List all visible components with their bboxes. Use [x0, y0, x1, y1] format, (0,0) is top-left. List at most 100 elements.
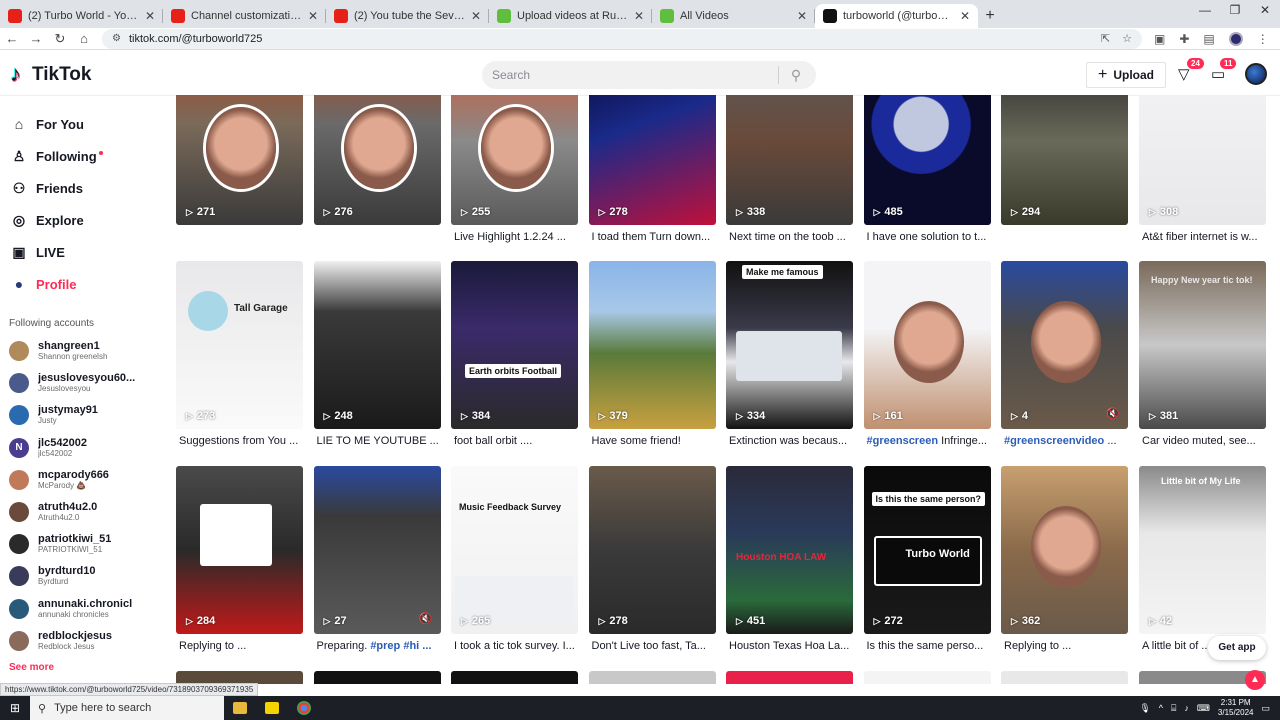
following-account[interactable]: shangreen1 Shannon greenelsh	[9, 340, 159, 362]
video-caption[interactable]: Next time on the toob ...	[726, 230, 853, 244]
clock[interactable]: 2:31 PM 3/15/2024	[1218, 698, 1254, 718]
video-card[interactable]: Happy New year tic tok! ▷ 381 Car video mut…	[1139, 261, 1266, 448]
messages-icon[interactable]: ▭ 11	[1211, 58, 1237, 83]
video-card[interactable]: ▷ 278 I toad them Turn down...	[588, 95, 716, 244]
video-thumbnail[interactable]: Make me famous ▷ 334	[726, 261, 853, 429]
video-caption[interactable]: Don't Live too fast, Ta...	[589, 639, 716, 653]
taskbar-search[interactable]: ⚲ Type here to search	[30, 696, 224, 720]
video-thumbnail[interactable]: Happy New year tic tok! ▷ 381	[1139, 261, 1266, 429]
extension-icon[interactable]: ▣	[1154, 32, 1165, 46]
video-thumbnail[interactable]: ▷ 27 🔇	[313, 466, 441, 634]
restore-icon[interactable]: ❐	[1220, 0, 1250, 24]
following-account[interactable]: annunaki.chronicl annunaki chronicles	[9, 598, 159, 620]
video-caption[interactable]: Houston Texas Hoa La...	[726, 639, 853, 653]
video-caption[interactable]: Replying to ...	[1001, 639, 1128, 653]
video-thumbnail[interactable]: ▷ 161	[863, 261, 991, 429]
network-icon[interactable]: ⌸	[1171, 703, 1176, 714]
following-account[interactable]: justymay91 Justy	[9, 404, 159, 426]
video-thumbnail[interactable]: ▷ 362	[1001, 466, 1128, 634]
video-thumbnail[interactable]: ▷ 248	[313, 261, 441, 429]
upload-button[interactable]: + Upload	[1086, 62, 1166, 88]
extensions-puzzle-icon[interactable]: ✚	[1179, 32, 1189, 46]
nav-explore[interactable]: ◎ Explore	[10, 212, 84, 229]
following-account[interactable]: jesuslovesyou60... Jesuslovesyou	[9, 372, 159, 394]
video-caption[interactable]: Have some friend!	[589, 434, 716, 448]
close-window-icon[interactable]: ✕	[1250, 0, 1280, 24]
video-caption[interactable]: Preparing. #prep #hi ...	[314, 639, 441, 653]
video-thumbnail[interactable]: ▷ 308	[1139, 95, 1266, 225]
video-thumbnail[interactable]: ▷ 379	[588, 261, 716, 429]
following-account[interactable]: mcparody666 McParody 💩	[9, 469, 159, 491]
video-thumbnail[interactable]: ▷ 271	[176, 95, 303, 225]
video-caption[interactable]: #greenscreenvideo ...	[1001, 434, 1128, 448]
scroll-top-icon[interactable]: ▲	[1245, 670, 1265, 690]
hashtag[interactable]: #greenscreen	[867, 435, 939, 447]
sticky-notes-icon[interactable]	[256, 696, 288, 720]
nav-friends[interactable]: ⚇ Friends	[10, 180, 83, 197]
video-caption[interactable]: Extinction was becaus...	[726, 434, 853, 448]
browser-tab-4[interactable]: All Videos ✕	[652, 4, 815, 28]
video-thumbnail[interactable]: ▷ 338	[726, 95, 853, 225]
browser-profile-avatar[interactable]	[1228, 31, 1243, 46]
browser-tab-2[interactable]: (2) You tube the Severe alcohol ✕	[326, 4, 489, 28]
video-thumbnail[interactable]: ▷ 278	[588, 466, 716, 634]
video-card[interactable]: ▷ 362 Replying to ...	[1001, 466, 1128, 653]
tab-close-icon[interactable]: ✕	[634, 9, 644, 23]
video-thumbnail-partial[interactable]	[313, 671, 441, 684]
nav-for-you[interactable]: ⌂ For You	[10, 116, 84, 132]
video-thumbnail[interactable]: ▷ 485	[863, 95, 991, 225]
video-caption[interactable]: #greenscreen Infringe...	[864, 434, 991, 448]
url-field[interactable]: ⚙ tiktok.com/@turboworld725 ⇱ ☆	[102, 28, 1142, 49]
video-card[interactable]: ▷ 27 🔇 Preparing. #prep #hi ...	[313, 466, 441, 653]
video-card[interactable]: Earth orbits Football ▷ 384 foot ball orbit…	[451, 261, 578, 448]
video-thumbnail-partial[interactable]	[1001, 671, 1128, 684]
tab-close-icon[interactable]: ✕	[471, 9, 481, 23]
video-thumbnail[interactable]: Earth orbits Football ▷ 384	[451, 261, 578, 429]
volume-icon[interactable]: ♪	[1184, 703, 1189, 713]
microphone-icon[interactable]: 🎙	[1139, 703, 1150, 714]
video-caption[interactable]: I have one solution to t...	[864, 230, 991, 244]
windows-start-icon[interactable]: ⊞	[0, 701, 30, 715]
video-caption[interactable]: Replying to ...	[176, 639, 303, 653]
browser-menu-icon[interactable]: ⋮	[1257, 32, 1269, 46]
see-more-link[interactable]: See more	[9, 662, 54, 673]
video-thumbnail[interactable]: Houston HOA LAW ▷ 451	[726, 466, 853, 634]
video-thumbnail-partial[interactable]	[588, 671, 716, 684]
video-caption[interactable]: LIE TO ME YOUTUBE ...	[314, 434, 441, 448]
following-account[interactable]: patriotkiwi_51 PATRIOTKIWI_51	[9, 533, 159, 555]
video-thumbnail[interactable]: ▷ 4 🔇	[1001, 261, 1128, 429]
tab-close-icon[interactable]: ✕	[308, 9, 318, 23]
video-card[interactable]: ▷ 248 LIE TO ME YOUTUBE ...	[313, 261, 441, 448]
browser-tab-5[interactable]: turboworld (@turboworld725) | TikTok ✕	[815, 4, 978, 28]
tab-close-icon[interactable]: ✕	[145, 9, 155, 23]
tab-close-icon[interactable]: ✕	[797, 9, 807, 23]
get-app-button[interactable]: Get app	[1208, 636, 1266, 660]
hashtag[interactable]: #greenscreenvideo	[1004, 435, 1104, 447]
video-card[interactable]: ▷ 338 Next time on the toob ...	[726, 95, 853, 244]
following-account[interactable]: byrdturd10 Byrdturd	[9, 565, 159, 587]
video-card[interactable]: Make me famous ▷ 334 Extinction was becaus.…	[726, 261, 853, 448]
tray-chevron-icon[interactable]: ^	[1159, 703, 1163, 713]
profile-avatar[interactable]	[1245, 63, 1267, 85]
video-thumbnail[interactable]: Little bit of My Life ▷ 42	[1139, 466, 1266, 634]
notifications-icon[interactable]: ▭	[1261, 703, 1270, 714]
video-card[interactable]: ▷ 271	[176, 95, 303, 230]
inbox-filter-icon[interactable]: ▽ 24	[1178, 58, 1204, 83]
minimize-icon[interactable]: —	[1190, 0, 1220, 24]
video-thumbnail[interactable]: ▷ 284	[176, 466, 303, 634]
video-card[interactable]: ▷ 278 Don't Live too fast, Ta...	[588, 466, 716, 653]
site-info-icon[interactable]: ⚙	[112, 33, 121, 44]
tiktok-logo[interactable]: TikTok	[10, 61, 91, 87]
browser-tab-3[interactable]: Upload videos at Rumble ✕	[489, 4, 652, 28]
video-card[interactable]: Music Feedback Survey ▷ 265 I took a tic to…	[451, 466, 578, 653]
video-caption[interactable]: At&t fiber internet is w...	[1139, 230, 1266, 244]
video-card[interactable]: Is this the same person? Turbo World ▷ 272 I…	[863, 466, 991, 653]
video-thumbnail[interactable]: Is this the same person? Turbo World ▷ 272	[863, 466, 991, 634]
new-tab-icon[interactable]: +	[978, 4, 1002, 28]
video-caption[interactable]: Car video muted, see...	[1139, 434, 1266, 448]
video-thumbnail[interactable]: ▷ 255	[451, 95, 578, 225]
video-card[interactable]: ▷ 294	[1001, 95, 1128, 230]
search-icon[interactable]: ⚲	[779, 67, 813, 84]
video-card[interactable]: Little bit of My Life ▷ 42 A little bit of …	[1139, 466, 1266, 653]
bookmark-star-icon[interactable]: ☆	[1122, 32, 1132, 45]
